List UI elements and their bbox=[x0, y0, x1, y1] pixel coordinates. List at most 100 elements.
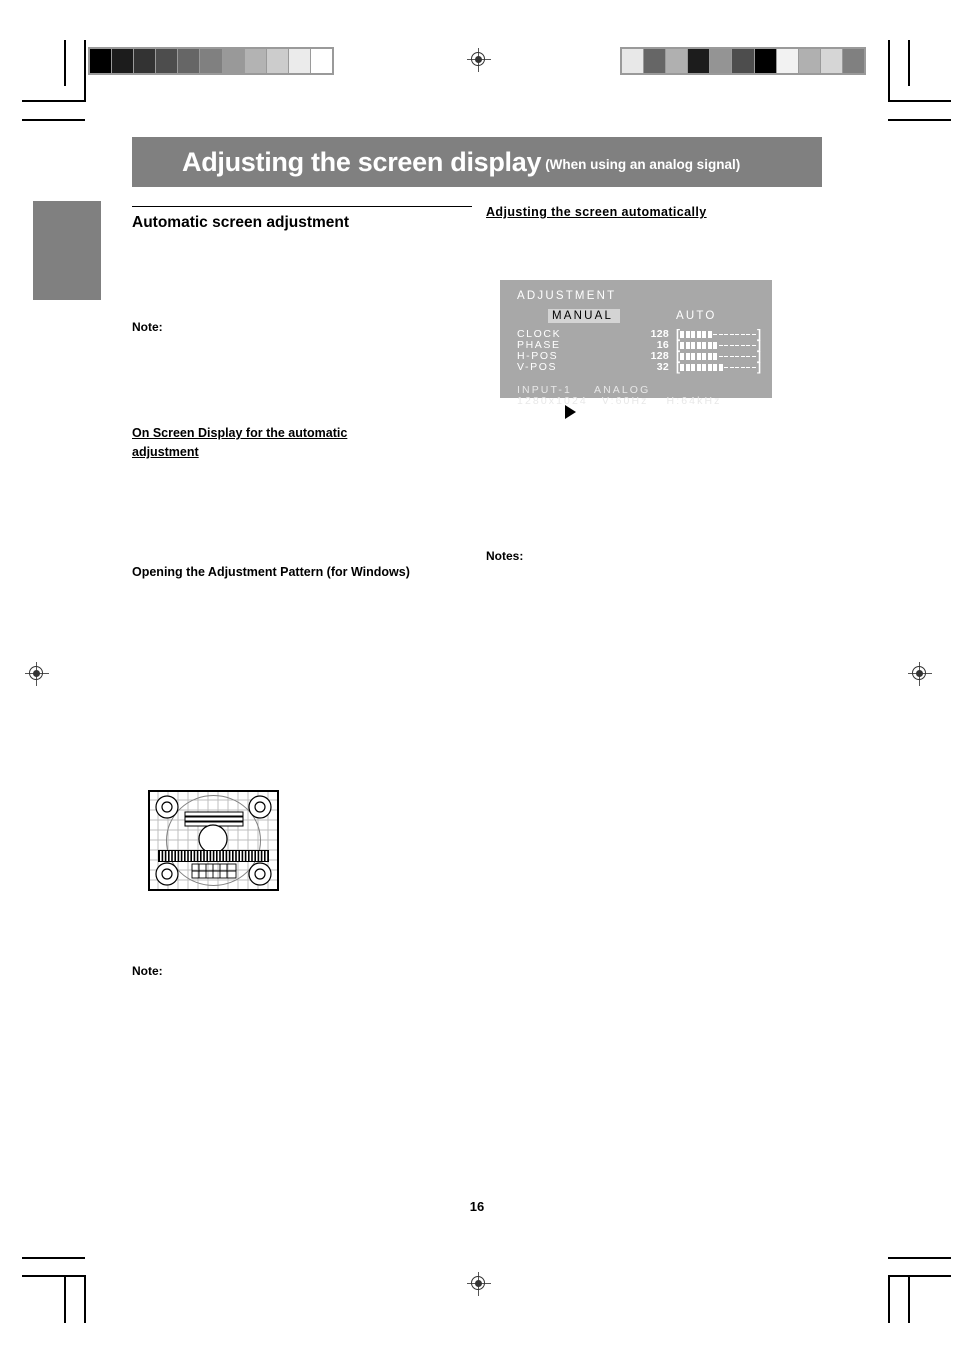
osd-slider-segment-filled bbox=[680, 341, 684, 349]
osd-slider-segment-filled bbox=[685, 352, 690, 360]
osd-slider-segment-empty bbox=[718, 333, 723, 335]
osd-parameter-slider[interactable]: [] bbox=[676, 350, 761, 362]
osd-slider-segment-empty bbox=[718, 344, 723, 346]
grayscale-calibration-strip-left bbox=[88, 47, 334, 75]
crop-mark-bottom-right-vertical bbox=[888, 1275, 890, 1323]
osd-slider-segment-empty bbox=[729, 344, 734, 346]
registration-target-icon-top bbox=[467, 48, 491, 72]
osd-slider-segment-empty bbox=[751, 344, 756, 346]
page-title-banner: Adjusting the screen display (When using… bbox=[132, 137, 822, 187]
subsection-heading-opening-adjustment-pattern: Opening the Adjustment Pattern (for Wind… bbox=[132, 565, 410, 579]
crop-mark-bottom-left-bleed bbox=[22, 1257, 85, 1259]
grayscale-left-swatch bbox=[310, 49, 333, 73]
page-number: 16 bbox=[469, 1199, 485, 1214]
osd-slider-segment-empty bbox=[735, 333, 739, 335]
notes-label: Notes: bbox=[486, 549, 524, 563]
osd-slider-segment-filled bbox=[685, 330, 690, 338]
grayscale-right-swatch bbox=[776, 49, 798, 73]
osd-heading-line-1: On Screen Display for the automatic bbox=[132, 426, 348, 440]
crop-mark-top-left-horizontal bbox=[22, 100, 85, 102]
osd-slider-segment-filled bbox=[691, 363, 695, 371]
osd-timing-info: 1280x1024 V:60Hz H:64kHz bbox=[517, 395, 722, 407]
osd-slider-segment-filled bbox=[696, 341, 701, 349]
osd-slider-segment-empty bbox=[746, 344, 750, 346]
osd-heading-line-2: adjustment bbox=[132, 445, 199, 459]
page-title: Adjusting the screen display bbox=[182, 146, 542, 177]
grayscale-right-swatch bbox=[688, 49, 710, 73]
osd-slider-segment-filled bbox=[691, 330, 695, 338]
osd-slider-segment-empty bbox=[724, 355, 728, 357]
osd-horizontal-frequency: H:64kHz bbox=[666, 395, 722, 407]
osd-slider-segment-filled bbox=[713, 341, 717, 349]
osd-slider-segment-empty bbox=[729, 366, 734, 368]
chapter-thumb-tab bbox=[33, 201, 101, 300]
adjustment-test-pattern-image bbox=[148, 790, 279, 891]
osd-parameter-slider[interactable]: [] bbox=[676, 359, 761, 374]
osd-parameter-name: V-POS bbox=[517, 361, 558, 374]
grayscale-left-swatch bbox=[156, 49, 178, 73]
osd-slider-segment-filled bbox=[702, 330, 706, 338]
registration-target-icon-bottom bbox=[467, 1272, 491, 1296]
grayscale-left-swatch bbox=[288, 49, 310, 73]
osd-slider-segment-empty bbox=[724, 333, 728, 335]
osd-slider-segment-filled bbox=[707, 363, 712, 371]
registration-target-icon-left bbox=[25, 662, 49, 686]
osd-parameter-row[interactable]: CLOCK 128[] bbox=[517, 328, 767, 341]
osd-slider-segment-filled bbox=[696, 352, 701, 360]
grayscale-left-swatch bbox=[222, 49, 244, 73]
osd-parameter-row[interactable]: V-POS 32 [] bbox=[517, 359, 767, 374]
osd-slider-segment-filled bbox=[718, 363, 723, 371]
grayscale-calibration-strip-right bbox=[620, 47, 866, 75]
osd-slider-segment-empty bbox=[729, 333, 734, 335]
osd-slider-bracket-close: ] bbox=[757, 359, 761, 374]
osd-resolution: 1280x1024 bbox=[517, 395, 588, 407]
osd-slider-segment-filled bbox=[702, 363, 706, 371]
crop-mark-top-right-bleed bbox=[888, 119, 951, 121]
osd-slider-segment-empty bbox=[740, 366, 745, 368]
osd-parameter-row[interactable]: PHASE 16[] bbox=[517, 339, 767, 352]
osd-slider-segment-empty bbox=[735, 344, 739, 346]
crop-mark-bottom-left-vertical bbox=[84, 1275, 86, 1323]
osd-slider-segment-filled bbox=[713, 363, 717, 371]
osd-tab-auto[interactable]: AUTO bbox=[676, 310, 717, 322]
osd-tab-manual[interactable]: MANUAL bbox=[548, 309, 621, 323]
osd-slider-segment-filled bbox=[713, 352, 717, 360]
osd-slider-segment-empty bbox=[724, 344, 728, 346]
osd-slider-segment-empty bbox=[751, 333, 756, 335]
osd-slider-segment-empty bbox=[713, 333, 717, 335]
crop-mark-bottom-right-bleed bbox=[888, 1257, 951, 1259]
osd-slider-segment-filled bbox=[696, 363, 701, 371]
osd-slider-segment-filled bbox=[691, 341, 695, 349]
subsection-heading-osd-automatic-adjustment: On Screen Display for the automatic adju… bbox=[132, 424, 422, 462]
osd-slider-segment-empty bbox=[735, 355, 739, 357]
osd-parameter-list: CLOCK 128[] PHASE 16[] H-POS 128[] V-POS 32 [] bbox=[517, 328, 767, 374]
osd-slider-segment-filled bbox=[707, 352, 712, 360]
osd-slider-segment-empty bbox=[751, 355, 756, 357]
osd-slider-segment-empty bbox=[740, 333, 745, 335]
grayscale-right-swatch bbox=[644, 49, 666, 73]
osd-slider-segment-empty bbox=[740, 344, 745, 346]
grayscale-left-swatch bbox=[134, 49, 156, 73]
crop-mark-top-left-vertical bbox=[84, 40, 86, 102]
grayscale-left-swatch bbox=[200, 49, 222, 73]
osd-slider-segment-empty bbox=[746, 333, 750, 335]
osd-title: ADJUSTMENT bbox=[517, 290, 617, 302]
grayscale-right-swatch bbox=[842, 49, 865, 73]
osd-slider-segment-filled bbox=[680, 352, 684, 360]
grayscale-left-swatch bbox=[112, 49, 134, 73]
note-label-2: Note: bbox=[132, 964, 163, 978]
osd-parameter-slider[interactable]: [] bbox=[676, 339, 761, 351]
osd-parameter-row[interactable]: H-POS 128[] bbox=[517, 350, 767, 363]
osd-parameter-value: 32 bbox=[656, 361, 669, 374]
crop-mark-top-right-horizontal bbox=[888, 100, 951, 102]
crop-mark-bottom-right-trim bbox=[908, 1275, 910, 1323]
osd-vertical-frequency: V:60Hz bbox=[601, 395, 649, 407]
osd-parameter-slider[interactable]: [] bbox=[676, 328, 761, 340]
registration-target-icon-right bbox=[908, 662, 932, 686]
grayscale-right-swatch bbox=[820, 49, 842, 73]
section-heading-automatic-screen-adjustment: Automatic screen adjustment bbox=[132, 206, 472, 232]
osd-slider-segment-filled bbox=[707, 330, 712, 338]
osd-slider-segment-empty bbox=[751, 366, 756, 368]
grayscale-right-swatch bbox=[710, 49, 732, 73]
osd-slider-segment-empty bbox=[740, 355, 745, 357]
